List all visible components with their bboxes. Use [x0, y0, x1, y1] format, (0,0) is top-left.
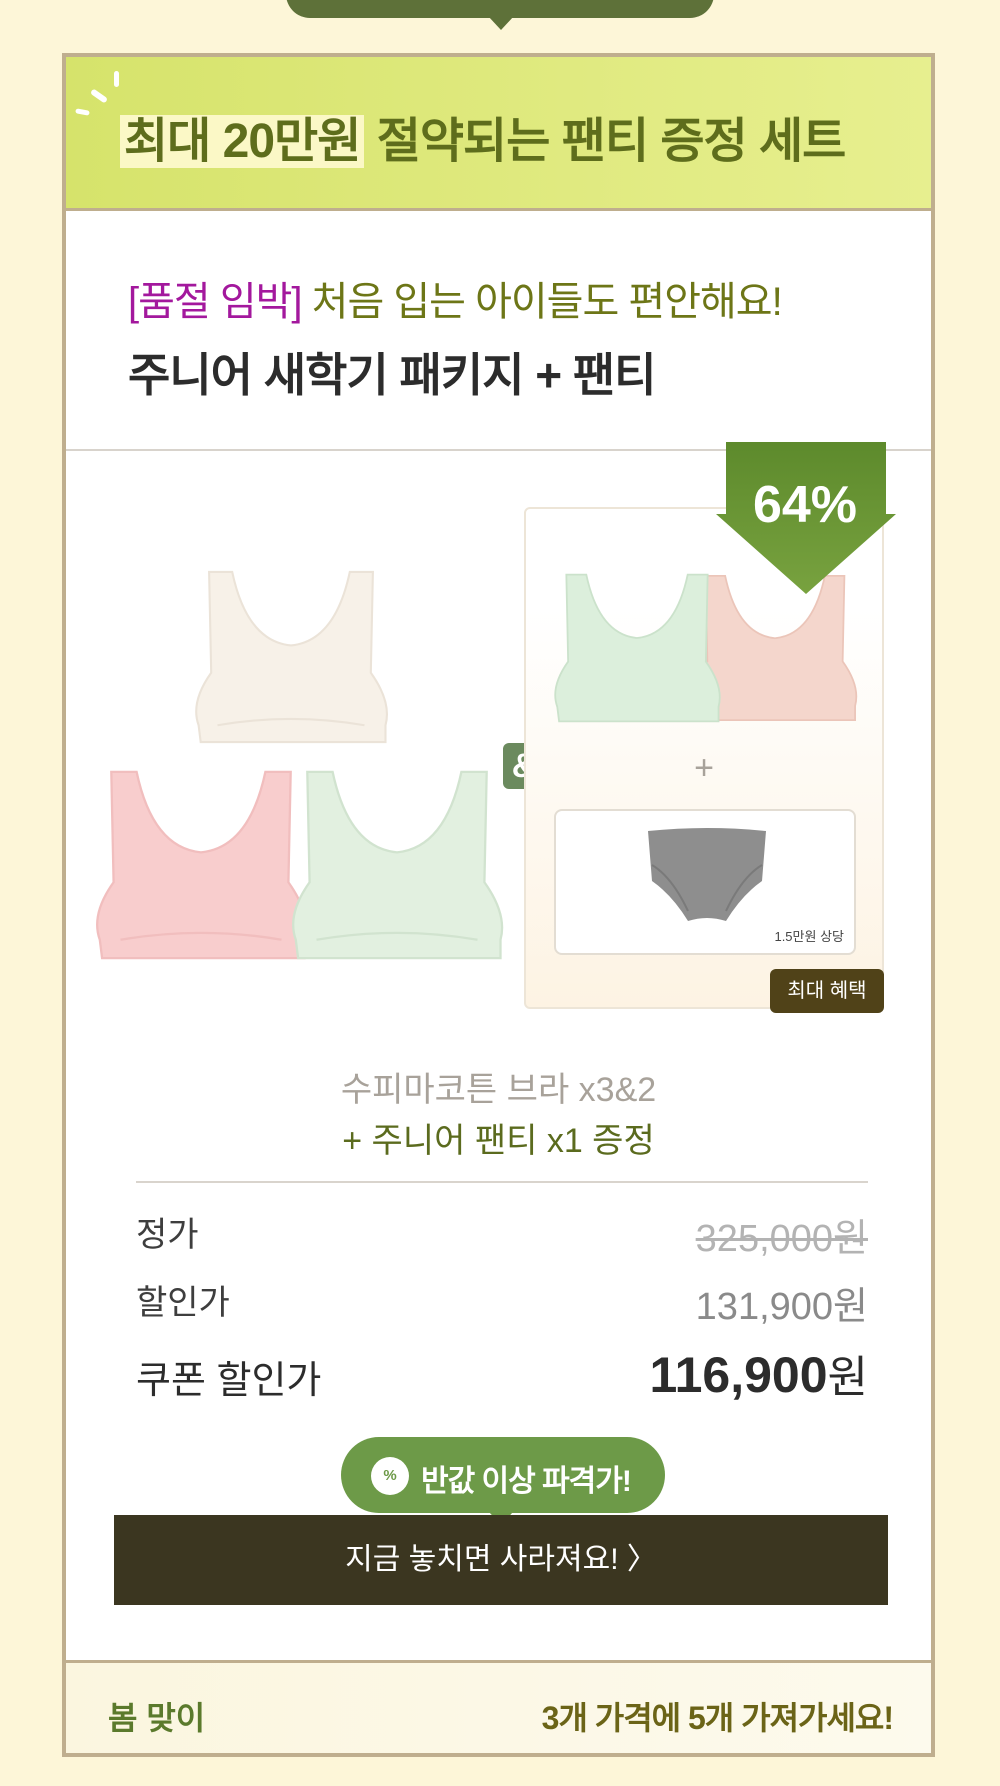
soldout-tag: [품절 임박]: [128, 280, 303, 324]
buy-now-button[interactable]: 지금 놓치면 사라져요! 〉: [114, 1515, 888, 1605]
bra-set-image: [86, 567, 526, 1027]
plus-sign: +: [694, 749, 714, 787]
panty-value-note: 1.5만원 상당: [774, 929, 844, 944]
max-benefit-badge: 최대 혜택: [770, 969, 884, 1013]
sale-price-label: 할인가: [136, 1284, 230, 1322]
promo-text: 반값 이상 파격가!: [421, 1465, 632, 1498]
product-name: 주니어 새학기 패키지 + 팬티: [128, 349, 657, 401]
coupon-price-unit: 원: [827, 1353, 868, 1402]
product-subtitle: 처음 입는 아이들도 편안해요!: [301, 280, 783, 324]
panty-box: 1.5만원 상당: [554, 809, 856, 955]
buy-now-label: 지금 놓치면 사라져요! 〉: [345, 1543, 657, 1576]
banner-highlight: 최대 20만원: [120, 115, 365, 168]
half-price-badge: % 반값 이상 파격가!: [341, 1437, 665, 1525]
footer-offer-text: 3개 가격에 5개 가져가세요!: [541, 1700, 894, 1736]
bra-mint: [282, 765, 512, 965]
sparkle-icon: [75, 108, 90, 116]
percent-icon: %: [371, 1457, 409, 1495]
regular-price-row: 정가 325,000원: [136, 1207, 868, 1263]
coupon-price-row: 쿠폰 할인가 116,900원: [136, 1341, 868, 1411]
sale-price-value: 131,900원: [695, 1286, 868, 1328]
product-card[interactable]: 최대 20만원 절약되는 팬티 증정 세트 [품절 임박] 처음 입는 아이들도…: [62, 53, 935, 1757]
coupon-price-number: 116,900: [649, 1347, 828, 1403]
regular-price-label: 정가: [136, 1216, 199, 1254]
discount-rate: 64%: [752, 476, 858, 534]
bundle-line-bras: 수피마코튼 브라 x3&2: [340, 1071, 657, 1109]
product-headline: [품절 임박] 처음 입는 아이들도 편안해요!: [128, 269, 783, 327]
regular-price-value: 325,000원: [695, 1218, 868, 1260]
bra-ivory: [186, 567, 396, 747]
sparkle-icon: [114, 71, 119, 87]
top-tab-arrow: [488, 16, 514, 30]
price-divider: [136, 1181, 868, 1183]
coupon-price-value: 116,900원: [650, 1341, 868, 1405]
bra-mint-small: [544, 571, 730, 725]
panty-image: [648, 828, 766, 921]
sale-price-row: 할인가 131,900원: [136, 1275, 868, 1331]
bundle-line-gift: + 주니어 팬티 x1 증정: [342, 1122, 655, 1160]
footer-season-text: 봄 맞이: [108, 1700, 206, 1736]
footer-bar: 봄 맞이 3개 가격에 5개 가져가세요!: [66, 1660, 931, 1753]
banner: 최대 20만원 절약되는 팬티 증정 세트: [66, 57, 931, 211]
coupon-price-label: 쿠폰 할인가: [136, 1360, 322, 1402]
sparkle-icon: [89, 88, 109, 104]
banner-title: 최대 20만원 절약되는 팬티 증정 세트: [120, 101, 847, 171]
banner-rest: 절약되는 팬티 증정 세트: [364, 115, 847, 168]
